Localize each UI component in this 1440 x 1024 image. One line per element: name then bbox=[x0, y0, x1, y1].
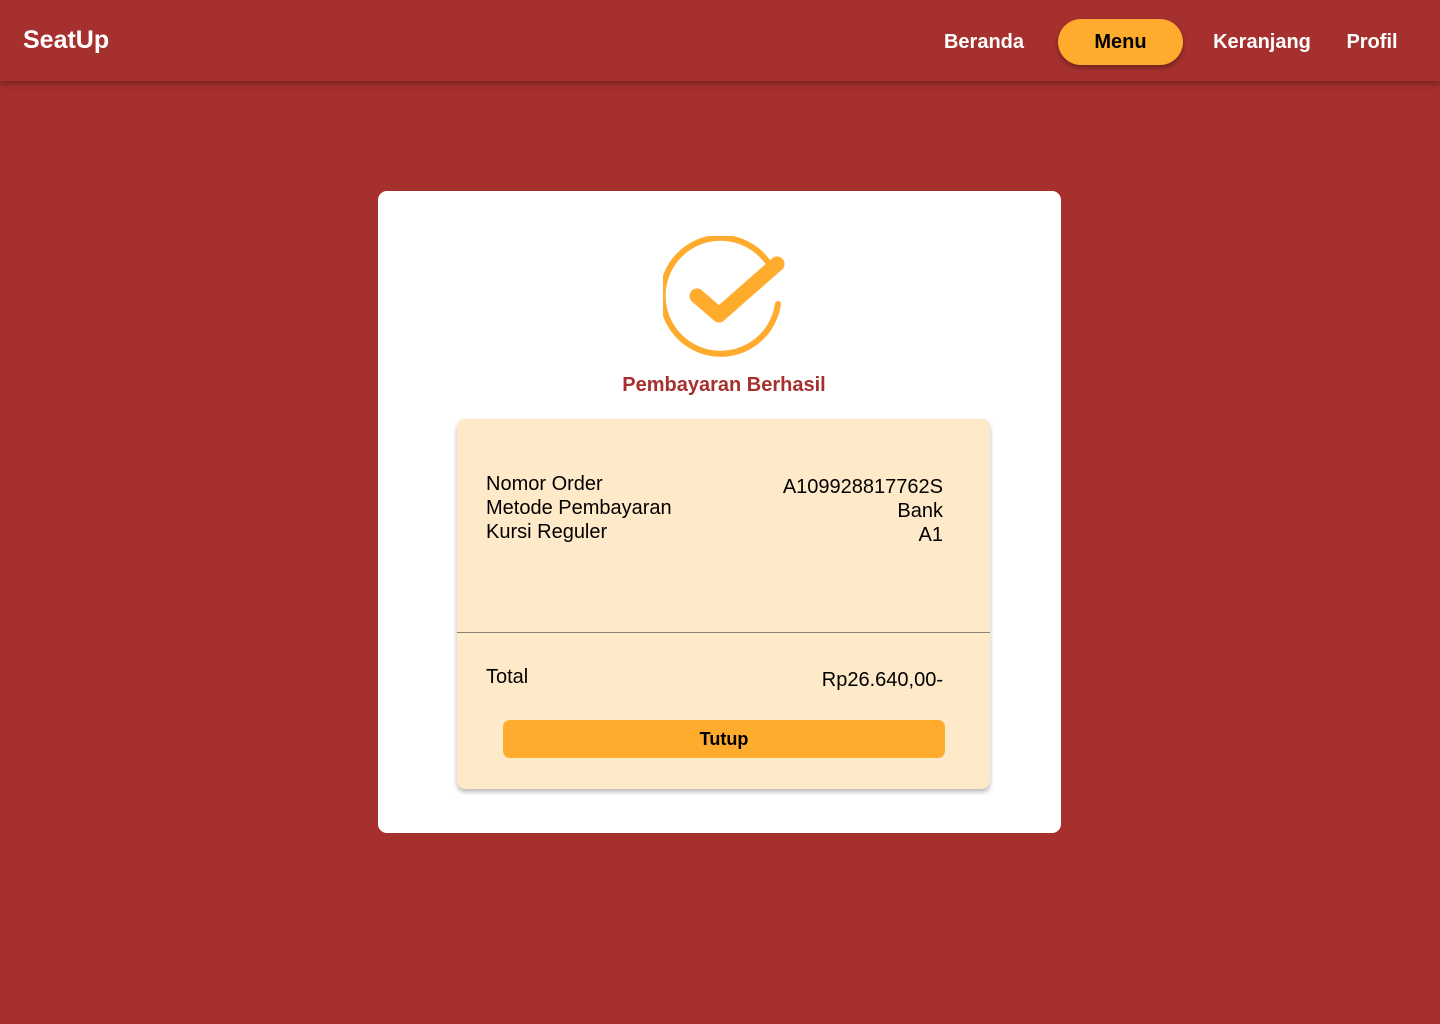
detail-labels: Nomor Order Metode Pembayaran Kursi Regu… bbox=[486, 472, 672, 544]
detail-label-seat: Kursi Reguler bbox=[486, 521, 608, 543]
nav-item-profil[interactable]: Profil bbox=[1335, 19, 1409, 65]
nav-item-keranjang[interactable]: Keranjang bbox=[1200, 19, 1324, 65]
detail-value-seat: A1 bbox=[918, 524, 943, 546]
order-summary-card: Nomor Order Metode Pembayaran Kursi Regu… bbox=[457, 419, 990, 789]
check-circle-icon bbox=[663, 236, 785, 357]
detail-label-order-number: Nomor Order bbox=[486, 473, 603, 495]
detail-values: A109928817762S Bank A1 bbox=[783, 475, 943, 547]
total-value: Rp26.640,00- bbox=[821, 669, 943, 691]
detail-value-payment-method: Bank bbox=[897, 500, 943, 522]
detail-label-payment-method: Metode Pembayaran bbox=[486, 497, 672, 519]
divider bbox=[457, 632, 990, 633]
close-button[interactable]: Tutup bbox=[503, 720, 945, 758]
payment-success-dialog: Pembayaran Berhasil Nomor Order Metode P… bbox=[378, 191, 1061, 833]
brand-logo[interactable]: SeatUp bbox=[23, 25, 109, 55]
total-label: Total bbox=[486, 666, 529, 688]
top-navbar: SeatUp Beranda Menu Keranjang Profil bbox=[0, 0, 1440, 81]
dialog-title: Pembayaran Berhasil bbox=[622, 374, 826, 396]
nav-item-beranda[interactable]: Beranda bbox=[928, 19, 1040, 65]
detail-value-order-number: A109928817762S bbox=[782, 476, 943, 498]
nav-item-menu[interactable]: Menu bbox=[1058, 19, 1183, 65]
